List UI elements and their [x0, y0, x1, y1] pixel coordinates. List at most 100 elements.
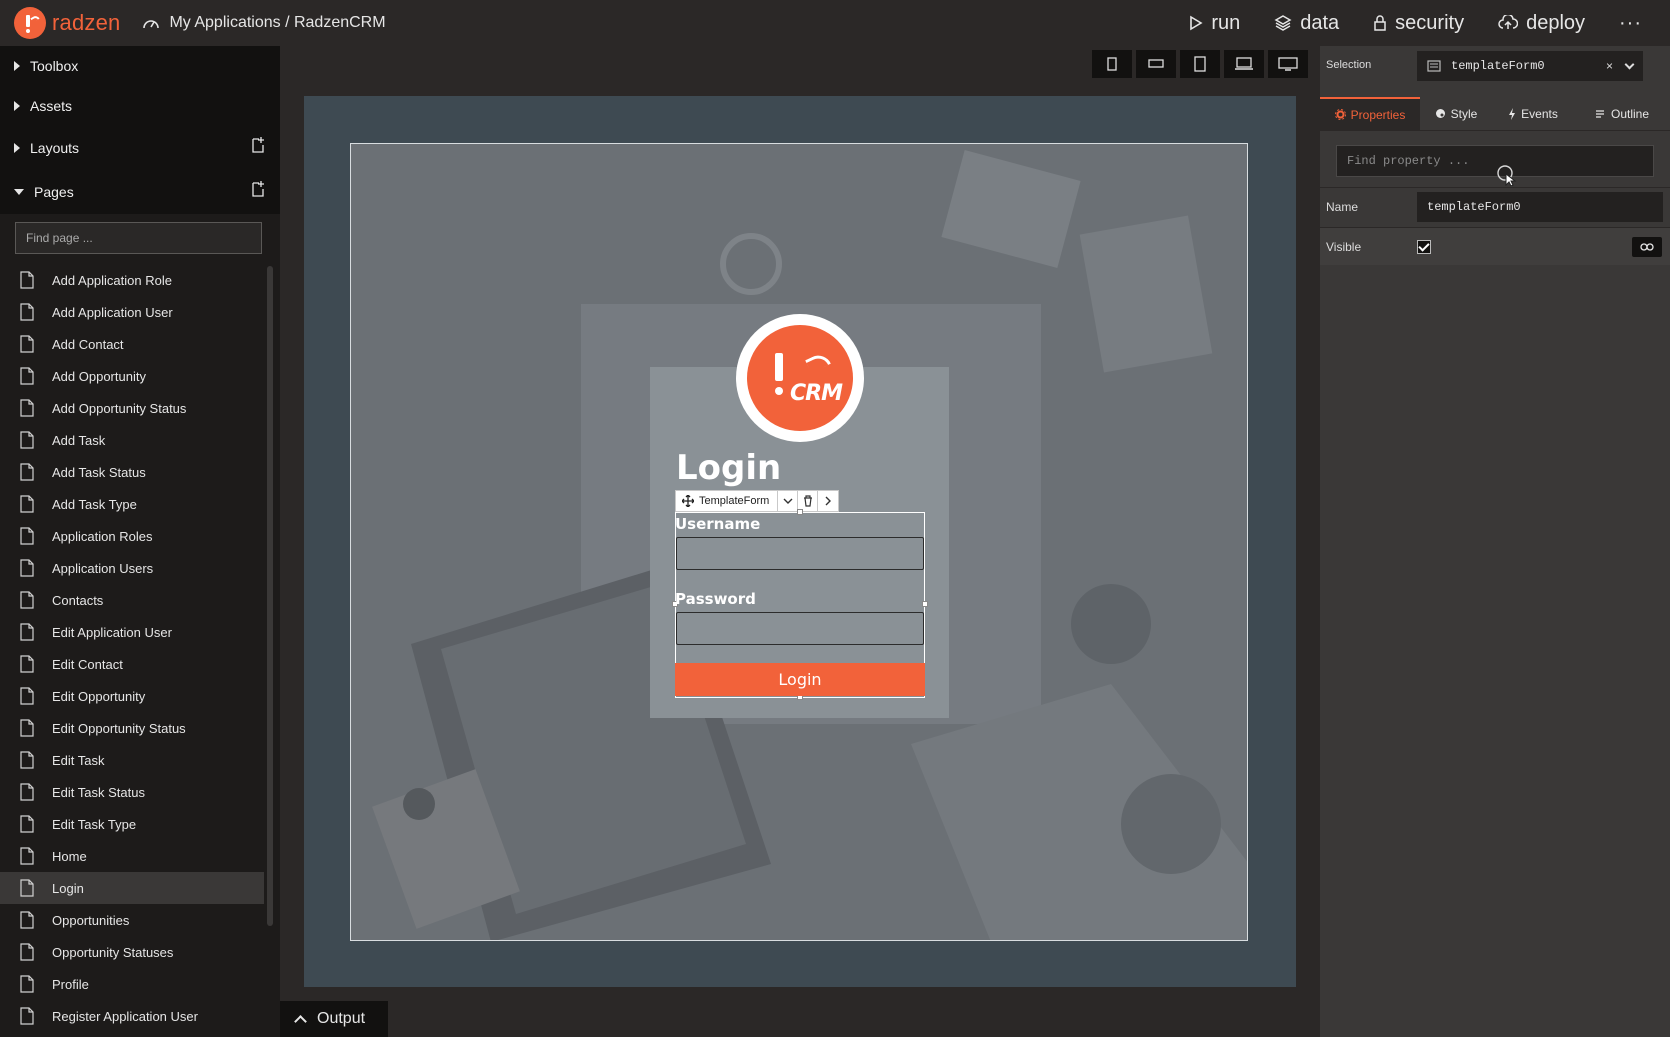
- page-item[interactable]: Edit Contact: [0, 648, 264, 680]
- pages-list: Add Application Role Add Application User…: [0, 264, 264, 1037]
- selection-dropdown[interactable]: templateForm0 ×: [1417, 51, 1643, 81]
- laptop-button[interactable]: [1224, 50, 1264, 78]
- page-item[interactable]: Profile: [0, 968, 264, 1000]
- page-icon: [20, 1007, 34, 1025]
- page-item-label: Register Application User: [52, 1008, 198, 1024]
- sidebar-section-assets[interactable]: Assets: [0, 86, 280, 126]
- play-icon: [1190, 15, 1203, 31]
- page-item-label: Edit Opportunity: [52, 688, 146, 704]
- selection-value: templateForm0: [1451, 59, 1545, 73]
- resize-handle-right[interactable]: [922, 601, 928, 607]
- phone-landscape-button[interactable]: [1136, 50, 1176, 78]
- more-menu-button[interactable]: ···: [1619, 12, 1642, 35]
- page-item[interactable]: Add Opportunity: [0, 360, 264, 392]
- login-button[interactable]: Login: [675, 663, 925, 696]
- property-row-visible: Visible: [1320, 227, 1670, 265]
- new-layout-icon[interactable]: [250, 136, 266, 154]
- page-item[interactable]: Application Roles: [0, 520, 264, 552]
- tab-style[interactable]: Style: [1420, 97, 1492, 130]
- data-binding-button[interactable]: [1632, 236, 1662, 257]
- page-item[interactable]: Register Application User: [0, 1000, 264, 1032]
- sidebar-section-layouts[interactable]: Layouts: [0, 126, 280, 170]
- caret-down-icon: [14, 189, 24, 195]
- page-item[interactable]: Home: [0, 840, 264, 872]
- page-item[interactable]: Application Users: [0, 552, 264, 584]
- username-label: Username: [675, 515, 761, 533]
- page-item-label: Add Application User: [52, 304, 173, 320]
- page-item[interactable]: Add Task: [0, 424, 264, 456]
- form-component-icon: [1427, 60, 1441, 72]
- link-icon: [1640, 242, 1654, 251]
- page-item[interactable]: Edit Opportunity Status: [0, 712, 264, 744]
- clear-selection-button[interactable]: ×: [1606, 59, 1613, 73]
- password-label: Password: [675, 590, 756, 608]
- page-item[interactable]: Add Application Role: [0, 264, 264, 296]
- deploy-button[interactable]: deploy: [1498, 12, 1585, 35]
- page-item[interactable]: Add Task Type: [0, 488, 264, 520]
- page-item[interactable]: Edit Task: [0, 744, 264, 776]
- desktop-button[interactable]: [1268, 50, 1308, 78]
- property-visible-label: Visible: [1326, 239, 1362, 254]
- page-icon: [20, 655, 34, 673]
- sidebar-section-toolbox[interactable]: Toolbox: [0, 46, 280, 86]
- delete-button[interactable]: [798, 491, 819, 511]
- sidebar-section-pages[interactable]: Pages: [0, 170, 280, 214]
- chevron-up-icon: [294, 1015, 307, 1028]
- page-item[interactable]: Add Application User: [0, 296, 264, 328]
- new-page-icon[interactable]: [250, 180, 266, 198]
- output-tab[interactable]: Output: [280, 1001, 388, 1037]
- tab-style-label: Style: [1450, 106, 1478, 121]
- page-item[interactable]: Login: [0, 872, 264, 904]
- tab-properties[interactable]: Properties: [1320, 97, 1420, 130]
- chevron-right-icon: [825, 496, 831, 506]
- page-icon: [20, 879, 34, 897]
- security-button[interactable]: security: [1373, 12, 1464, 35]
- caret-right-icon: [14, 61, 20, 71]
- phone-icon: [1107, 57, 1117, 71]
- find-page-input[interactable]: [15, 222, 262, 254]
- page-icon: [20, 303, 34, 321]
- page-item-label: Add Opportunity: [52, 368, 146, 384]
- page-item[interactable]: Edit Opportunity: [0, 680, 264, 712]
- panel-tabs: Properties Style Events Outline: [1320, 97, 1670, 131]
- chevron-down-icon: [1624, 59, 1635, 70]
- page-item[interactable]: Edit Application User: [0, 616, 264, 648]
- page-item[interactable]: Opportunity Statuses: [0, 936, 264, 968]
- page-item[interactable]: Add Opportunity Status: [0, 392, 264, 424]
- page-icon: [20, 463, 34, 481]
- chevron-right-button[interactable]: [818, 491, 838, 511]
- resize-handle-top[interactable]: [797, 509, 803, 515]
- password-input[interactable]: [676, 612, 924, 645]
- page-item[interactable]: Edit Task Type: [0, 808, 264, 840]
- pages-scrollbar[interactable]: [267, 266, 273, 926]
- breadcrumb[interactable]: My Applications / RadzenCRM: [142, 14, 386, 32]
- tab-events[interactable]: Events: [1492, 97, 1574, 130]
- username-input[interactable]: [676, 537, 924, 570]
- page-item[interactable]: Contacts: [0, 584, 264, 616]
- tab-outline[interactable]: Outline: [1574, 97, 1670, 130]
- mouse-cursor-icon: [1497, 165, 1517, 186]
- name-property-input[interactable]: [1417, 191, 1663, 222]
- page-item-label: Edit Application User: [52, 624, 172, 640]
- gear-icon: [1334, 109, 1346, 120]
- page-item[interactable]: Add Contact: [0, 328, 264, 360]
- tablet-button[interactable]: [1180, 50, 1220, 78]
- radzen-logo[interactable]: radzen: [14, 7, 120, 39]
- page-item[interactable]: Opportunities: [0, 904, 264, 936]
- page-item-label: Edit Task Type: [52, 816, 137, 832]
- phone-portrait-button[interactable]: [1092, 50, 1132, 78]
- template-form-drag-handle[interactable]: TemplateForm: [676, 491, 779, 511]
- run-button[interactable]: run: [1189, 12, 1240, 35]
- find-property-input[interactable]: [1336, 145, 1654, 177]
- page-icon: [20, 623, 34, 641]
- breadcrumb-text: My Applications / RadzenCRM: [169, 14, 386, 31]
- page-item-label: Application Roles: [52, 528, 153, 544]
- visible-checkbox[interactable]: [1417, 239, 1431, 254]
- chevron-down-button[interactable]: [778, 491, 799, 511]
- tab-outline-label: Outline: [1610, 106, 1650, 121]
- page-item[interactable]: Add Task Status: [0, 456, 264, 488]
- login-heading: Login: [676, 448, 782, 488]
- data-button[interactable]: data: [1274, 12, 1339, 35]
- page-item[interactable]: Edit Task Status: [0, 776, 264, 808]
- data-label: data: [1300, 11, 1340, 34]
